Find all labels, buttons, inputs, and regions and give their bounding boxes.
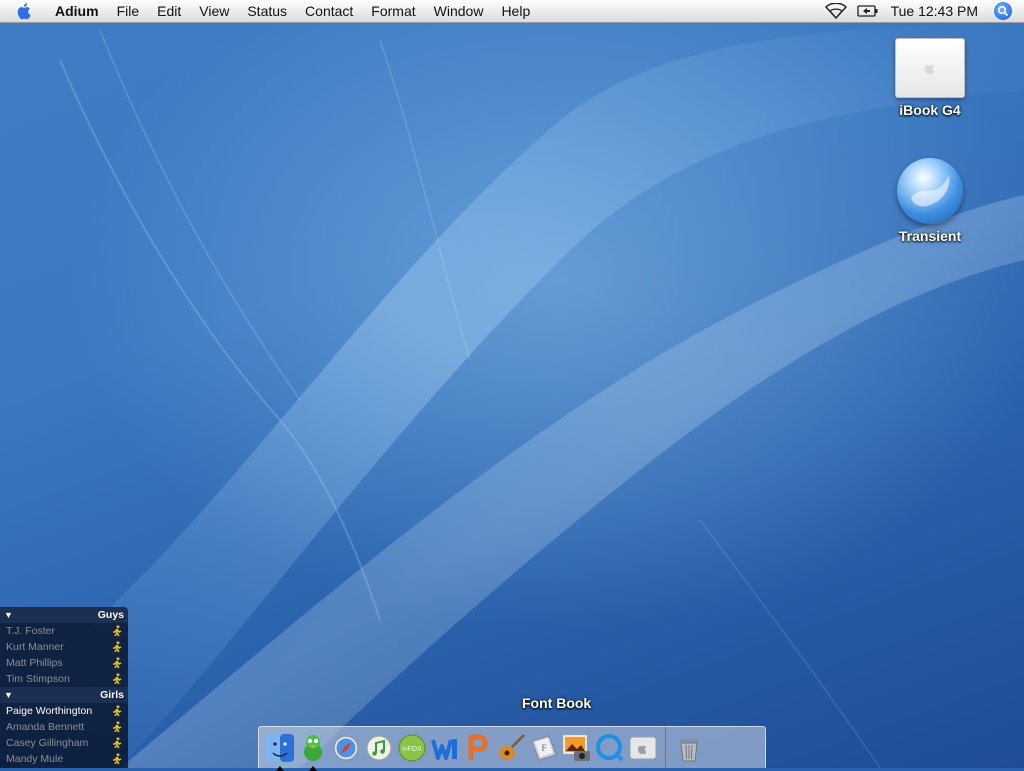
group-name: Guys	[97, 609, 124, 621]
apple-logo-icon[interactable]	[17, 2, 37, 20]
dock-item-finder[interactable]	[263, 731, 297, 771]
buddy-row[interactable]: Mandy Mule	[0, 751, 128, 767]
buddy-name: Casey Gillingham	[6, 737, 89, 749]
dock-item-font-book[interactable]: F	[527, 731, 561, 765]
dock-tooltip: Font Book	[522, 695, 592, 711]
svg-text:F: F	[541, 743, 546, 753]
font-book-icon: F	[530, 734, 557, 761]
quicktime-icon	[595, 733, 623, 761]
buddy-row[interactable]: T.J. Foster	[0, 623, 128, 639]
garageband-icon	[498, 733, 525, 760]
dock-item-adium[interactable]	[296, 731, 330, 771]
buddy-name: Paige Worthington	[6, 705, 93, 717]
dock-item-word[interactable]	[428, 731, 462, 765]
desktop-icon-label: iBook G4	[899, 102, 961, 118]
menu-help[interactable]: Help	[492, 0, 539, 22]
dock-item-iphoto[interactable]	[560, 731, 594, 765]
buddy-row[interactable]: Matt Phillips	[0, 655, 128, 671]
away-runner-icon	[113, 641, 122, 653]
buddy-name: T.J. Foster	[6, 625, 56, 637]
buddy-row[interactable]: Kurt Manner	[0, 639, 128, 655]
spotlight-icon[interactable]	[994, 2, 1012, 20]
menu-status[interactable]: Status	[238, 0, 296, 22]
adium-icon	[303, 734, 322, 761]
battery-icon[interactable]	[856, 4, 879, 18]
buddy-name: Amanda Bennett	[6, 721, 85, 733]
wifi-icon[interactable]	[824, 2, 847, 20]
away-runner-icon	[113, 673, 122, 685]
buddy-row[interactable]: Amanda Bennett	[0, 719, 128, 735]
away-runner-icon	[113, 705, 122, 717]
desktop-icon-ibook[interactable]: iBook G4	[875, 38, 985, 118]
dock-item-safari[interactable]	[329, 731, 363, 765]
buddy-name: Matt Phillips	[6, 657, 63, 669]
dock-item-powerpoint[interactable]	[461, 731, 495, 765]
network-volume-icon	[897, 158, 963, 224]
menu-window[interactable]: Window	[425, 0, 493, 22]
buddy-row[interactable]: Casey Gillingham	[0, 735, 128, 751]
away-runner-icon	[113, 737, 122, 749]
buddy-name: Mandy Mule	[6, 753, 64, 765]
trash-icon	[679, 738, 698, 761]
away-runner-icon	[113, 657, 122, 669]
system-preferences-icon	[629, 736, 656, 759]
menu-file[interactable]: File	[108, 0, 149, 22]
buddy-row[interactable]: Paige Worthington	[0, 703, 128, 719]
menu-bar: Adium File Edit View Status Contact Form…	[0, 0, 1024, 23]
menu-format[interactable]: Format	[362, 0, 424, 22]
dock: ivFOX F	[258, 726, 766, 771]
powerpoint-icon	[468, 734, 488, 760]
away-runner-icon	[113, 625, 122, 637]
ivfox-icon: ivFOX	[398, 734, 425, 761]
desktop-icon-transient[interactable]: Transient	[875, 158, 985, 244]
away-runner-icon	[113, 721, 122, 733]
dock-item-ivfox[interactable]: ivFOX	[395, 731, 429, 765]
dock-item-system-preferences[interactable]	[626, 731, 660, 765]
iphoto-icon	[562, 734, 590, 761]
dock-item-quicktime[interactable]	[593, 731, 627, 765]
group-header-guys[interactable]: ▼ Guys	[0, 607, 128, 623]
running-indicator	[308, 765, 317, 771]
menu-edit[interactable]: Edit	[148, 0, 190, 22]
disclosure-triangle-icon[interactable]: ▼	[4, 610, 16, 620]
desktop-icon-label: Transient	[898, 228, 962, 244]
svg-text:ivFOX: ivFOX	[402, 746, 422, 753]
buddy-list: ▼ Guys T.J. Foster Kurt Manner Matt Phil…	[0, 607, 128, 768]
running-indicator	[275, 765, 284, 771]
disclosure-triangle-icon[interactable]: ▼	[4, 690, 16, 700]
word-icon	[430, 738, 457, 760]
group-header-girls[interactable]: ▼ Girls	[0, 687, 128, 703]
finder-icon	[265, 733, 294, 762]
safari-icon	[332, 734, 359, 761]
menu-app-name[interactable]: Adium	[51, 0, 108, 22]
dock-item-itunes[interactable]	[362, 731, 396, 765]
desktop-background	[0, 0, 1024, 768]
group-name: Girls	[100, 689, 124, 701]
buddy-row[interactable]: Tim Stimpson	[0, 671, 128, 687]
menu-clock[interactable]: Tue 12:43 PM	[891, 3, 978, 19]
away-runner-icon	[113, 753, 122, 765]
hard-drive-icon	[895, 38, 965, 98]
dock-item-garageband[interactable]	[494, 731, 528, 765]
buddy-name: Tim Stimpson	[6, 673, 70, 685]
menu-view[interactable]: View	[190, 0, 238, 22]
dock-item-trash[interactable]	[672, 731, 706, 765]
buddy-name: Kurt Manner	[6, 641, 64, 653]
itunes-icon	[365, 734, 392, 761]
dock-separator	[665, 726, 666, 769]
menu-contact[interactable]: Contact	[296, 0, 362, 22]
